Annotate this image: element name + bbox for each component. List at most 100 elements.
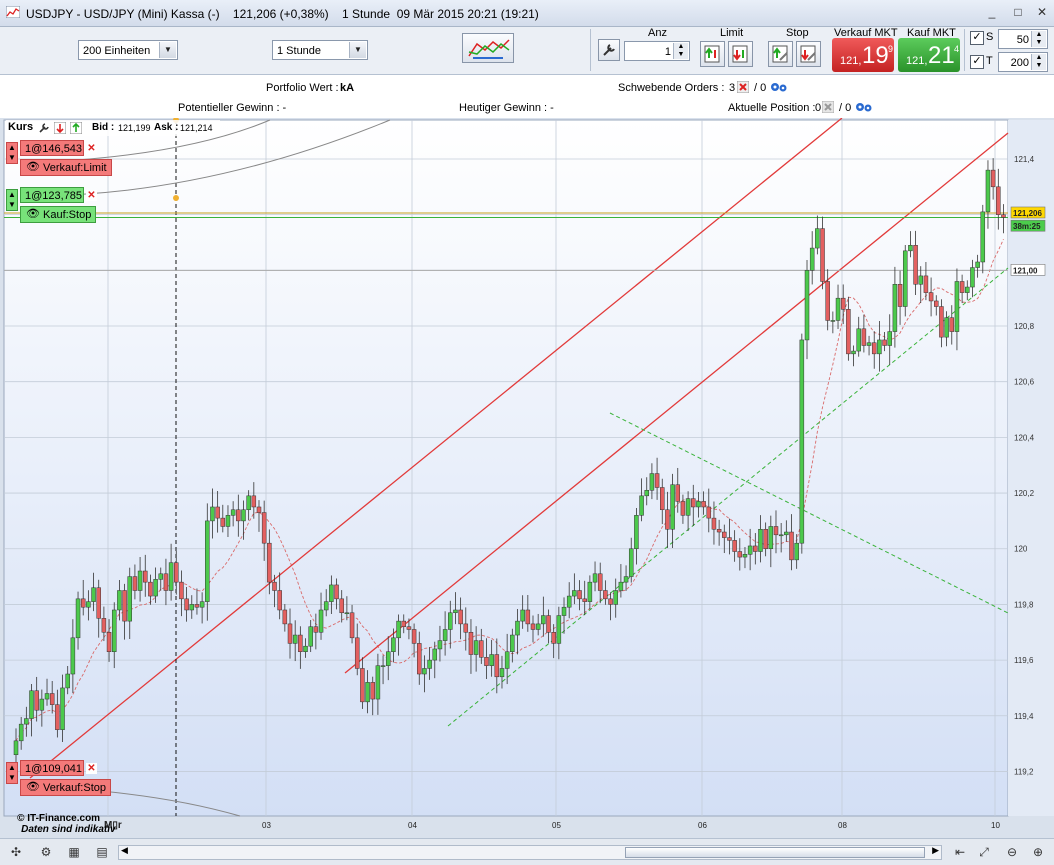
candle-body (91, 587, 96, 602)
candle-body (597, 573, 603, 591)
candle-body (225, 515, 231, 527)
candle-body (385, 651, 391, 666)
cancel-order-icon[interactable]: ✕ (86, 763, 97, 774)
limit-buy-button[interactable] (700, 41, 725, 67)
candle-body (820, 228, 825, 282)
limit-sell-button[interactable] (728, 41, 753, 67)
s-spinner[interactable]: ▲ ▼ (1031, 31, 1046, 47)
indicators-icon[interactable]: ⚙ (38, 844, 54, 860)
maximize-button[interactable]: □ (1010, 5, 1026, 20)
table-icon[interactable]: ▦ (66, 844, 82, 860)
drag-handle-icon[interactable]: ▲ ▼ (6, 142, 18, 164)
eye-icon[interactable]: 👁 (26, 160, 40, 173)
buy-price-small: 121, (906, 55, 928, 67)
candle-body (230, 509, 236, 516)
s-input[interactable]: 50 ▲ ▼ (998, 29, 1048, 49)
candle-body (572, 590, 577, 597)
chevron-down-icon: ▼ (349, 42, 366, 58)
candle-body (685, 498, 691, 516)
scroll-left-icon[interactable]: ◀ (121, 845, 128, 856)
candle-body (479, 640, 484, 658)
candle-body (199, 601, 205, 608)
y-tick-label: 120,8 (1014, 322, 1035, 331)
x-tick-label: 10 (991, 821, 1000, 830)
minimize-button[interactable]: _ (984, 5, 1000, 20)
chart-scrollbar[interactable]: ◀ ▶ (118, 845, 942, 860)
crosshair-icon[interactable]: ✣ (8, 844, 24, 860)
scroll-right-icon[interactable]: ▶ (932, 845, 939, 856)
candle-body (691, 498, 696, 508)
candle-body (840, 297, 846, 310)
settings-wrench-button[interactable] (598, 39, 620, 61)
t-input[interactable]: 200 ▲ ▼ (998, 52, 1048, 72)
candle-body (975, 261, 980, 268)
interval-select[interactable]: 1 Stunde ▼ (272, 40, 368, 60)
candlestick-chart[interactable]: 121,4121,2121120,8120,6120,4120,2120119,… (0, 117, 1054, 838)
candle-body (815, 228, 820, 249)
chart-type-button[interactable] (462, 33, 514, 63)
candle-body (892, 284, 898, 332)
t-checkbox[interactable]: ✓ (970, 55, 984, 69)
gears-icon[interactable] (770, 81, 788, 93)
candle-body (380, 665, 386, 667)
price-chart[interactable]: 121,4121,2121120,8120,6120,4120,2120119,… (0, 117, 1054, 838)
t-spinner[interactable]: ▲ ▼ (1031, 54, 1046, 70)
candle-body (908, 245, 913, 252)
ask-label: Ask : (154, 122, 179, 133)
drawing-tools-icon[interactable]: ▤ (94, 844, 110, 860)
stop-buy-button[interactable] (768, 41, 793, 67)
cancel-order-icon[interactable]: ✕ (86, 143, 97, 154)
candle-body (65, 673, 70, 689)
sell-arrow-icon[interactable] (54, 122, 66, 134)
close-position-icon[interactable] (822, 101, 834, 113)
anz-label: Anz (648, 27, 667, 39)
candle-body (360, 668, 365, 703)
zoom-fit-icon[interactable]: ⤢ (976, 844, 992, 860)
candle-body (825, 281, 830, 321)
candle-body (168, 562, 174, 591)
ask-value: 121,214 (180, 123, 213, 133)
buy-mkt-button[interactable]: 121, 21 4 (898, 38, 960, 72)
sell-mkt-button[interactable]: 121, 19 9 (832, 38, 894, 72)
close-button[interactable]: ✕ (1034, 5, 1050, 20)
candle-body (44, 693, 50, 700)
units-select[interactable]: 200 Einheiten ▼ (78, 40, 178, 60)
anz-spinner[interactable]: ▲ ▼ (673, 43, 688, 59)
s-checkbox[interactable]: ✓ (970, 31, 984, 45)
anz-input[interactable]: 1 ▲ ▼ (624, 41, 690, 61)
drag-handle-icon[interactable]: ▲ ▼ (6, 189, 18, 211)
interval-select-value: 1 Stunde (277, 45, 322, 57)
cancel-order-icon[interactable]: ✕ (86, 190, 97, 201)
scroll-thumb[interactable] (625, 847, 925, 858)
candle-body (525, 609, 531, 625)
pan-left-icon[interactable]: ⇤ (952, 844, 968, 860)
candle-body (246, 495, 251, 511)
eye-icon[interactable]: 👁 (26, 207, 40, 220)
position-label: Aktuelle Position : (728, 102, 819, 114)
bottom-toolbar: ✣ ⚙ ▦ ▤ ◀ ▶ ⇤ ⤢ ⊖ ⊕ (0, 838, 1054, 865)
drag-handle-icon[interactable]: ▲ ▼ (6, 762, 18, 784)
stop-sell-button[interactable] (796, 41, 821, 67)
candle-body (106, 632, 112, 652)
zoom-out-icon[interactable]: ⊖ (1004, 844, 1020, 860)
candle-body (711, 517, 717, 530)
wrench-icon[interactable] (38, 122, 50, 134)
gears-icon[interactable] (855, 101, 873, 113)
chart-type-icon (468, 39, 510, 59)
candle-body (794, 542, 799, 561)
candle-body (417, 643, 422, 675)
candle-body (473, 640, 479, 655)
zoom-in-icon[interactable]: ⊕ (1030, 844, 1046, 860)
cancel-orders-icon[interactable] (737, 81, 749, 93)
candle-body (101, 618, 107, 633)
eye-icon[interactable]: 👁 (26, 780, 40, 793)
bid-label: Bid : (92, 122, 115, 133)
candle-body (758, 528, 763, 552)
candle-body (318, 609, 324, 633)
buy-arrow-icon[interactable] (70, 122, 82, 134)
candle-body (856, 328, 861, 352)
candle-body (939, 306, 944, 338)
candle-body (344, 612, 350, 615)
candle-body (846, 309, 851, 355)
candle-body (649, 473, 655, 491)
